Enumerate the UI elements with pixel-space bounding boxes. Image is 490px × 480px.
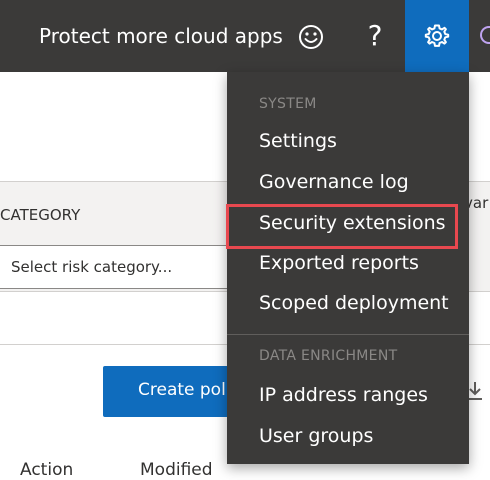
modified-column-header[interactable]: Modified: [140, 460, 213, 480]
action-column-header[interactable]: Action: [20, 460, 73, 480]
top-bar: Protect more cloud apps ?: [0, 0, 490, 72]
menu-item-exported-reports[interactable]: Exported reports: [259, 252, 419, 274]
highlight-box: [226, 204, 458, 249]
create-policy-label: Create polic: [138, 380, 240, 400]
menu-item-governance-log[interactable]: Governance log: [259, 171, 409, 193]
smiley-icon[interactable]: [296, 22, 326, 52]
risk-category-select[interactable]: Select risk category...: [0, 245, 240, 289]
risk-category-select-value: Select risk category...: [11, 258, 173, 276]
menu-item-settings[interactable]: Settings: [259, 130, 337, 152]
data-enrichment-section-heading: DATA ENRICHMENT: [259, 348, 398, 364]
help-icon[interactable]: ?: [363, 18, 387, 54]
category-column-label: CATEGORY: [0, 206, 81, 224]
menu-item-user-groups[interactable]: User groups: [259, 425, 373, 447]
system-section-heading: SYSTEM: [259, 96, 317, 112]
protect-cloud-apps-link[interactable]: Protect more cloud apps: [39, 0, 283, 72]
settings-menu: SYSTEM Settings Governance log Security …: [227, 72, 469, 464]
gear-icon: [424, 24, 450, 47]
settings-button[interactable]: [405, 0, 469, 72]
menu-item-scoped-deployment[interactable]: Scoped deployment: [259, 292, 449, 314]
menu-separator: [227, 334, 469, 335]
menu-item-ip-address-ranges[interactable]: IP address ranges: [259, 384, 428, 406]
create-policy-button[interactable]: Create polic: [103, 366, 243, 417]
partial-icon[interactable]: [480, 26, 490, 44]
